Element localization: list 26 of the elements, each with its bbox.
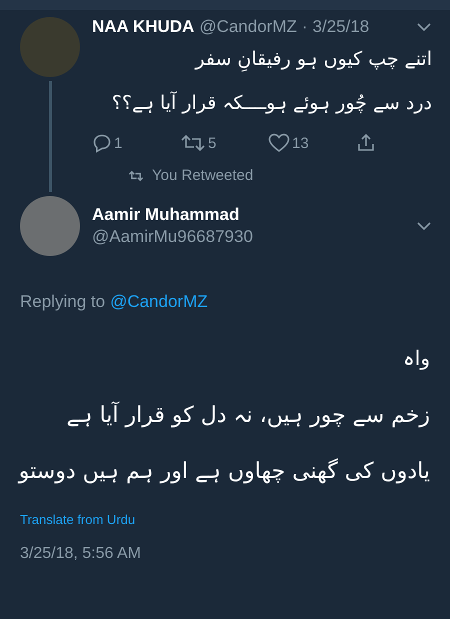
chevron-down-icon[interactable] <box>416 221 432 231</box>
retweet-notice: You Retweeted <box>152 167 254 184</box>
tweet-timestamp: 3/25/18, 5:56 AM <box>20 545 142 563</box>
tweet-text-line: واہ <box>402 345 431 372</box>
tweet-text-line: یادوں کی گھنی چھاوں ہے اور ہم ہیں دوستو <box>20 457 431 486</box>
replying-label: Replying to <box>20 292 106 312</box>
share-icon[interactable] <box>356 133 376 153</box>
translate-link[interactable]: Translate from Urdu <box>20 512 136 527</box>
retweet-icon[interactable] <box>180 133 206 153</box>
tweet-text-line: درد سے چُور ہوئے ہوــــکہ قرار آیا ہے؟؟ <box>110 90 432 116</box>
tweet-text-line: زخم سے چور ہیں، نہ دل کو قرار آیا ہے <box>66 400 431 430</box>
tweet-text-line: اتنے چپ کیوں ہو رفیقانِ سفر <box>194 47 432 74</box>
user-handle[interactable]: @AamirMu96687930 <box>92 227 404 247</box>
heart-icon[interactable] <box>268 133 290 153</box>
separator-dot: · <box>302 17 308 37</box>
tweet-date: 3/25/18 <box>312 17 370 37</box>
user-handle[interactable]: @CandorMZ <box>199 17 297 37</box>
speech-bubble-icon[interactable] <box>92 133 112 153</box>
user-name[interactable]: NAA KHUDA <box>92 17 194 37</box>
retweet-button[interactable]: 5 <box>180 133 242 153</box>
reply-button[interactable]: 1 <box>92 133 154 153</box>
user-name[interactable]: Aamir Muhammad <box>92 205 404 225</box>
like-button[interactable]: 13 <box>268 133 330 153</box>
retweet-icon <box>128 170 144 182</box>
mention-link[interactable]: @CandorMZ <box>110 292 208 312</box>
chevron-down-icon[interactable] <box>416 22 432 32</box>
